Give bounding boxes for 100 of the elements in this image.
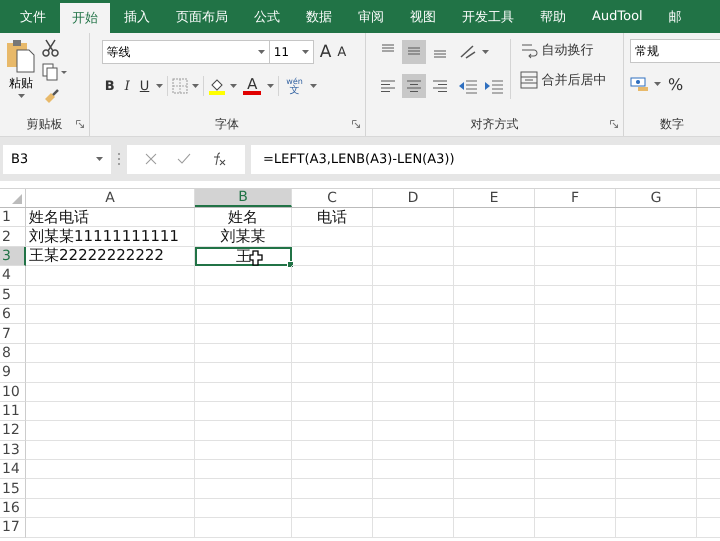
table-cell[interactable] — [26, 324, 195, 344]
table-cell[interactable] — [535, 479, 616, 499]
table-cell[interactable] — [373, 304, 454, 324]
table-cell[interactable] — [454, 304, 535, 324]
underline-button[interactable]: U — [136, 76, 152, 96]
table-cell[interactable] — [195, 304, 292, 324]
table-cell[interactable] — [292, 518, 373, 538]
caret-icon[interactable] — [96, 157, 103, 161]
table-cell[interactable] — [195, 479, 292, 499]
table-cell[interactable] — [535, 382, 616, 402]
check-icon[interactable] — [177, 153, 191, 165]
table-cell[interactable] — [616, 324, 697, 344]
table-cell[interactable] — [616, 518, 697, 538]
table-cell[interactable] — [292, 344, 373, 364]
table-cell[interactable] — [535, 498, 616, 518]
ribbon-tab[interactable]: 帮助 — [528, 0, 578, 33]
row-header[interactable]: 11 — [0, 402, 26, 422]
table-cell[interactable] — [454, 246, 535, 266]
table-cell[interactable] — [26, 344, 195, 364]
table-cell[interactable] — [454, 266, 535, 286]
table-cell[interactable] — [373, 363, 454, 383]
caret-icon[interactable] — [302, 50, 309, 54]
table-cell[interactable] — [616, 440, 697, 460]
table-cell[interactable] — [373, 421, 454, 441]
ribbon-tab[interactable]: 数据 — [294, 0, 344, 33]
row-header[interactable]: 15 — [0, 479, 26, 499]
table-cell[interactable] — [373, 460, 454, 480]
table-cell[interactable] — [454, 363, 535, 383]
row-header[interactable]: 5 — [0, 286, 26, 305]
table-cell[interactable] — [195, 286, 292, 305]
table-cell[interactable] — [373, 324, 454, 344]
table-cell[interactable] — [292, 421, 373, 441]
cut-icon[interactable] — [42, 39, 60, 57]
table-cell[interactable] — [373, 498, 454, 518]
table-cell[interactable] — [535, 208, 616, 228]
column-header[interactable]: F — [535, 189, 616, 207]
table-cell[interactable] — [454, 324, 535, 344]
caret-icon[interactable] — [310, 84, 317, 88]
row-header[interactable]: 7 — [0, 324, 26, 344]
table-cell[interactable] — [373, 382, 454, 402]
table-cell[interactable] — [373, 344, 454, 364]
ribbon-tab[interactable]: AudTool — [580, 0, 655, 33]
table-cell[interactable] — [292, 440, 373, 460]
ribbon-tab[interactable]: 邮 — [656, 0, 694, 33]
table-cell[interactable] — [454, 460, 535, 480]
table-cell[interactable] — [26, 498, 195, 518]
caret-icon[interactable] — [18, 94, 24, 98]
function-icon[interactable] — [211, 152, 227, 166]
ribbon-tab[interactable]: 开发工具 — [450, 0, 526, 33]
table-cell[interactable] — [616, 460, 697, 480]
table-cell[interactable] — [373, 479, 454, 499]
table-cell[interactable] — [535, 421, 616, 441]
table-cell[interactable] — [26, 304, 195, 324]
column-header[interactable]: G — [616, 189, 697, 207]
table-cell[interactable] — [292, 363, 373, 383]
table-cell[interactable] — [292, 324, 373, 344]
table-cell[interactable] — [616, 227, 697, 247]
row-header[interactable]: 4 — [0, 266, 26, 286]
table-cell[interactable] — [454, 440, 535, 460]
table-cell[interactable] — [26, 402, 195, 422]
table-cell[interactable] — [535, 402, 616, 422]
ribbon-tab[interactable]: 开始 — [60, 3, 110, 33]
ribbon-tab[interactable]: 公式 — [242, 0, 292, 33]
table-cell[interactable] — [454, 208, 535, 228]
table-cell[interactable] — [454, 344, 535, 364]
table-cell[interactable] — [195, 402, 292, 422]
number-format-field[interactable]: 常规 — [630, 39, 720, 63]
phonetic-button[interactable]: wén 文 — [283, 75, 306, 97]
table-cell[interactable]: 姓名电话 — [26, 208, 195, 228]
table-cell[interactable] — [454, 227, 535, 247]
table-cell[interactable]: 刘某某11111111111 — [26, 227, 195, 247]
dialog-launcher-icon[interactable] — [352, 120, 360, 128]
table-cell[interactable]: 姓名 — [195, 208, 292, 228]
table-cell[interactable] — [195, 518, 292, 538]
table-cell[interactable] — [616, 498, 697, 518]
table-cell[interactable] — [616, 344, 697, 364]
table-cell[interactable]: 刘某某 — [195, 227, 292, 247]
border-icon[interactable] — [172, 78, 188, 94]
table-cell[interactable] — [292, 266, 373, 286]
table-cell[interactable] — [373, 208, 454, 228]
table-cell[interactable] — [373, 518, 454, 538]
table-cell[interactable] — [373, 227, 454, 247]
table-cell[interactable] — [535, 518, 616, 538]
ribbon-tab[interactable]: 文件 — [8, 0, 58, 33]
name-box[interactable]: B3 — [3, 144, 111, 174]
row-header[interactable]: 1 — [0, 208, 26, 228]
table-cell[interactable] — [616, 246, 697, 266]
table-cell[interactable] — [195, 324, 292, 344]
table-cell[interactable] — [535, 286, 616, 305]
ribbon-tab[interactable]: 审阅 — [346, 0, 396, 33]
table-cell[interactable] — [616, 208, 697, 228]
row-header[interactable]: 10 — [0, 382, 26, 402]
wrap-text-button[interactable]: 自动换行 — [516, 39, 610, 61]
formula-field[interactable]: =LEFT(A3,LENB(A3)-LEN(A3)) — [251, 144, 720, 174]
active-cell[interactable]: 王 — [195, 246, 292, 266]
row-header[interactable]: 14 — [0, 460, 26, 480]
table-cell[interactable] — [26, 266, 195, 286]
ribbon-tab[interactable]: 页面布局 — [164, 0, 240, 33]
fill-color-icon[interactable] — [208, 77, 226, 95]
table-cell[interactable] — [195, 421, 292, 441]
